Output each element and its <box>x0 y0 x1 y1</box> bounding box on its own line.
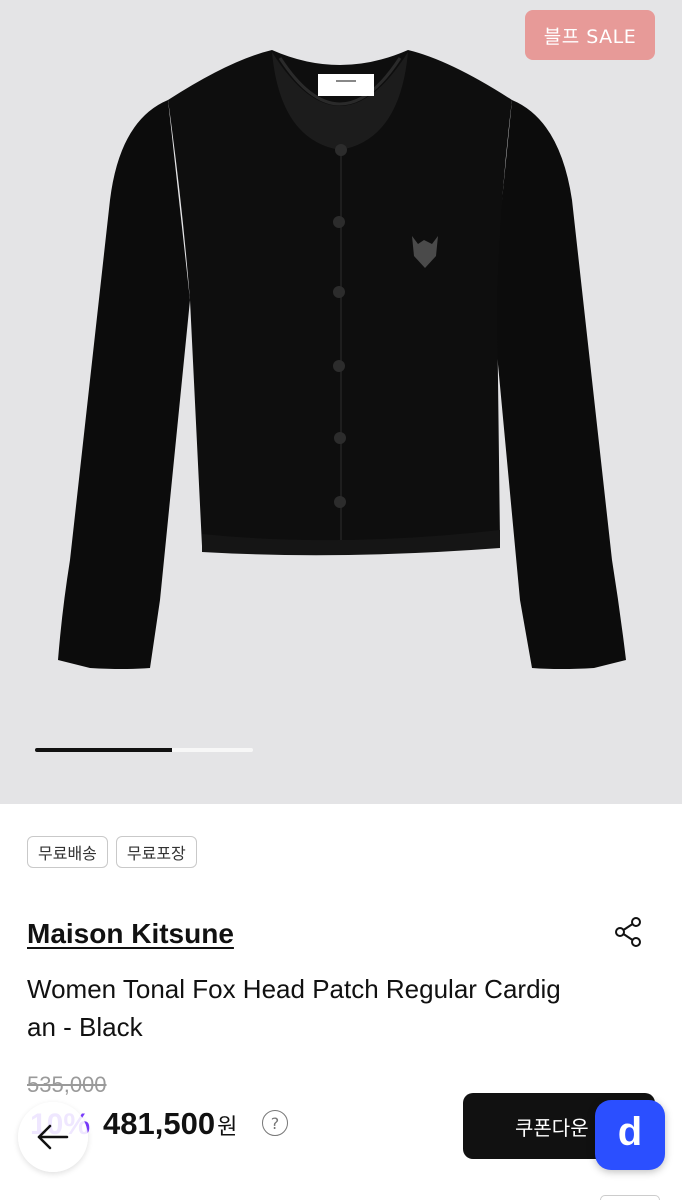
benefit-tags: 무료배송 무료포장 <box>27 836 197 868</box>
back-button[interactable] <box>18 1102 88 1172</box>
tag-free-wrapping: 무료포장 <box>115 836 197 868</box>
sale-price: 481,500원 <box>103 1106 237 1142</box>
brand-link[interactable]: Maison Kitsune <box>27 918 234 950</box>
app-logo-letter: d <box>617 1110 643 1154</box>
sale-price-value: 481,500 <box>103 1106 216 1141</box>
arrow-left-icon <box>37 1124 69 1150</box>
product-name: Women Tonal Fox Head Patch Regular Cardi… <box>27 974 561 1042</box>
image-progress-fill <box>35 748 173 752</box>
tag-free-shipping: 무료배송 <box>27 836 108 868</box>
app-launcher-button[interactable]: d <box>595 1100 665 1170</box>
original-price: 535,000 <box>27 1072 107 1097</box>
image-progress-bar <box>35 748 253 752</box>
bottom-sheet-handle <box>600 1195 660 1200</box>
product-photo-cardigan <box>58 50 626 669</box>
share-icon[interactable] <box>608 912 648 952</box>
price-help-icon[interactable]: ? <box>262 1110 288 1136</box>
price-unit: 원 <box>217 1114 238 1139</box>
product-image-carousel[interactable]: 블프 SALE <box>0 0 682 804</box>
sale-badge[interactable]: 블프 SALE <box>525 10 655 60</box>
